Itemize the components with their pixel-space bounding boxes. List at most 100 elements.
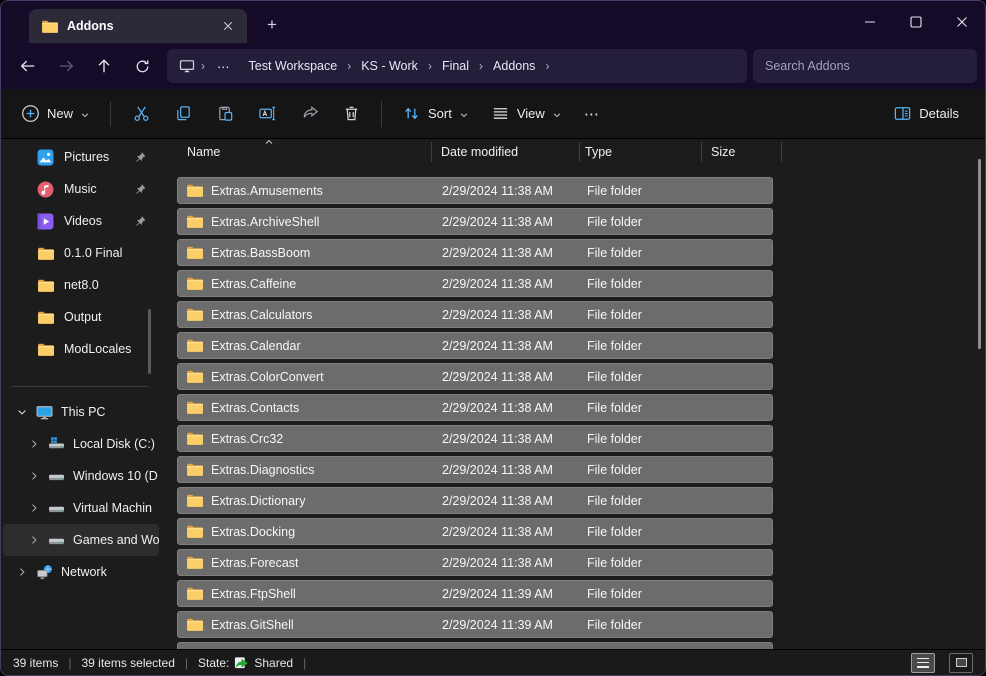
breadcrumb-item-addons[interactable]: Addons	[485, 56, 543, 76]
table-row[interactable]: Extras.ColorConvert 2/29/2024 11:38 AM F…	[177, 363, 773, 390]
sidebar-item-0-1-0-final[interactable]: 0.1.0 Final	[3, 237, 159, 269]
sort-button[interactable]: Sort	[392, 96, 479, 132]
column-header-name[interactable]: Name	[187, 145, 220, 159]
paste-button[interactable]	[205, 96, 245, 132]
minimize-button[interactable]	[847, 1, 893, 43]
sidebar-item-windows-10-d[interactable]: Windows 10 (D	[3, 460, 159, 492]
file-explorer-window: Addons + › ⋯ Test Workspace›KS - Work›Fi…	[0, 0, 986, 676]
breadcrumb-chevron: ›	[477, 59, 485, 73]
pin-icon	[134, 215, 147, 228]
main-area: Pictures Music Videos 0.1.0 Final net8.0…	[1, 139, 985, 649]
sidebar-separator	[11, 386, 149, 387]
table-row[interactable]: Extras.FtpShell 2/29/2024 11:39 AM File …	[177, 580, 773, 607]
folder-icon	[186, 430, 203, 447]
new-tab-button[interactable]: +	[257, 11, 287, 39]
table-row[interactable]: Extras.Dictionary 2/29/2024 11:38 AM Fil…	[177, 487, 773, 514]
view-button[interactable]: View	[481, 96, 572, 132]
column-header-size[interactable]: Size	[711, 145, 735, 159]
plus-circle-icon	[21, 104, 40, 123]
table-row[interactable]: Extras.GitShell 2/29/2024 11:39 AM File …	[177, 611, 773, 638]
folder-icon	[37, 341, 54, 358]
delete-button[interactable]	[331, 96, 371, 132]
table-row[interactable]: Extras.ArchiveShell 2/29/2024 11:38 AM F…	[177, 208, 773, 235]
pin-icon	[134, 151, 147, 164]
status-bar: 39 items | 39 items selected | State: Sh…	[1, 649, 985, 675]
pin-icon	[134, 183, 147, 196]
sidebar-item-pictures[interactable]: Pictures	[3, 141, 159, 173]
details-pane-button[interactable]: Details	[883, 96, 969, 132]
table-row[interactable]: Extras.Docking 2/29/2024 11:38 AM File f…	[177, 518, 773, 545]
table-row[interactable]: Extras.Amusements 2/29/2024 11:38 AM Fil…	[177, 177, 773, 204]
maximize-button[interactable]	[893, 1, 939, 43]
folder-icon	[186, 616, 203, 633]
details-view-icon	[917, 658, 929, 668]
sidebar-item-network[interactable]: Network	[3, 556, 159, 588]
share-button[interactable]	[289, 96, 329, 132]
folder-icon	[186, 182, 203, 199]
folder-icon	[37, 245, 54, 262]
new-button[interactable]: New	[11, 96, 100, 132]
breadcrumb-chevron: ›	[199, 59, 207, 73]
table-row[interactable]: Extras.Calculators 2/29/2024 11:38 AM Fi…	[177, 301, 773, 328]
table-row[interactable]: Extras.BassBoom 2/29/2024 11:38 AM File …	[177, 239, 773, 266]
sort-icon	[402, 104, 421, 123]
breadcrumb-overflow[interactable]: ⋯	[211, 59, 237, 74]
rename-icon	[258, 104, 277, 123]
column-header-date[interactable]: Date modified	[441, 145, 518, 159]
tab-close-icon[interactable]	[217, 15, 239, 37]
folder-icon	[186, 492, 203, 509]
forward-button[interactable]	[47, 49, 85, 83]
close-button[interactable]	[939, 1, 985, 43]
details-view-toggle[interactable]	[911, 653, 935, 673]
breadcrumb[interactable]: › ⋯ Test Workspace›KS - Work›Final›Addon…	[167, 49, 747, 83]
folder-icon	[186, 368, 203, 385]
refresh-button[interactable]	[123, 49, 161, 83]
tab-addons[interactable]: Addons	[29, 9, 247, 43]
chevron-down-icon	[459, 110, 469, 120]
table-row[interactable]: Extras.Diagnostics 2/29/2024 11:38 AM Fi…	[177, 456, 773, 483]
folder-icon	[186, 337, 203, 354]
table-row[interactable]: Extras.Contacts 2/29/2024 11:38 AM File …	[177, 394, 773, 421]
monitor-icon	[36, 404, 53, 421]
sidebar-item-net8-0[interactable]: net8.0	[3, 269, 159, 301]
breadcrumb-item-ks-work[interactable]: KS - Work	[353, 56, 426, 76]
folder-icon	[37, 309, 54, 326]
table-row[interactable]: Extras.Calendar 2/29/2024 11:38 AM File …	[177, 332, 773, 359]
sidebar-item-local-disk-c[interactable]: Local Disk (C:)	[3, 428, 159, 460]
table-row[interactable]: Extras.Caffeine 2/29/2024 11:38 AM File …	[177, 270, 773, 297]
table-row[interactable]: Extras.Crc32 2/29/2024 11:38 AM File fol…	[177, 425, 773, 452]
sidebar-item-this-pc[interactable]: This PC	[3, 396, 159, 428]
monitor-outline-icon	[179, 58, 195, 74]
sidebar-item-games-and-wo[interactable]: Games and Wo	[3, 524, 159, 556]
search-box[interactable]	[753, 49, 977, 83]
selected-count: 39 items selected	[81, 656, 174, 670]
sidebar-item-modlocales[interactable]: ModLocales	[3, 333, 159, 365]
sidebar-item-videos[interactable]: Videos	[3, 205, 159, 237]
rename-button[interactable]	[247, 96, 287, 132]
search-input[interactable]	[765, 59, 965, 73]
sidebar-item-output[interactable]: Output	[3, 301, 159, 333]
tab-title: Addons	[67, 19, 208, 33]
breadcrumb-item-final[interactable]: Final	[434, 56, 477, 76]
copy-button[interactable]	[163, 96, 203, 132]
column-header-type[interactable]: Type	[585, 145, 612, 159]
list-scrollbar[interactable]	[978, 159, 981, 349]
large-icons-view-toggle[interactable]	[949, 653, 973, 673]
sidebar-item-music[interactable]: Music	[3, 173, 159, 205]
sidebar-scrollbar[interactable]	[148, 309, 151, 374]
table-row[interactable]: Extras.Forecast 2/29/2024 11:38 AM File …	[177, 549, 773, 576]
more-options-button[interactable]: ⋯	[574, 96, 610, 132]
share-icon	[300, 104, 319, 123]
up-button[interactable]	[85, 49, 123, 83]
shared-green-icon	[234, 655, 249, 670]
cut-button[interactable]	[121, 96, 161, 132]
chevron-down-big-icon	[15, 406, 28, 418]
table-row[interactable]: Extras.HttpShell 2/29/2024 11:39 AM File…	[177, 642, 773, 649]
sidebar-item-virtual-machin[interactable]: Virtual Machin	[3, 492, 159, 524]
breadcrumb-item-test-workspace[interactable]: Test Workspace	[241, 56, 346, 76]
folder-icon	[41, 18, 58, 35]
view-lines-icon	[491, 104, 510, 123]
state-value: Shared	[254, 656, 293, 670]
pictures-icon	[37, 149, 54, 166]
back-button[interactable]	[9, 49, 47, 83]
